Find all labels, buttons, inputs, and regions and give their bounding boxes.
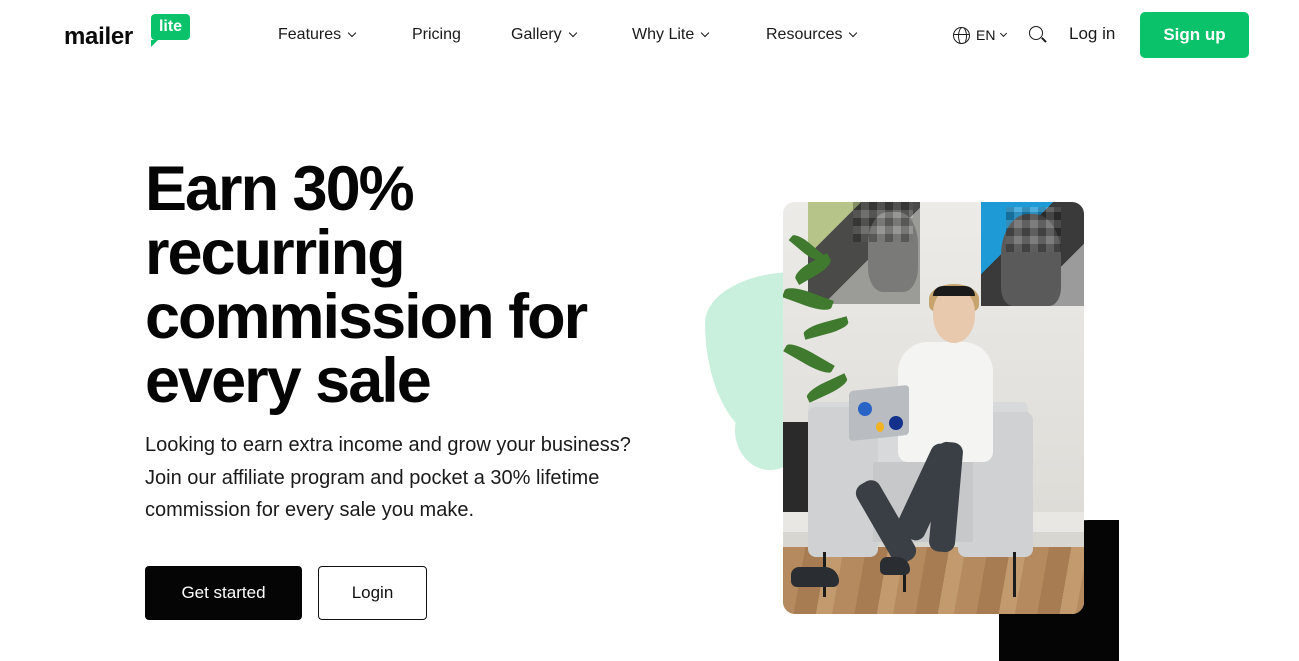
nav-item-pricing[interactable]: Pricing <box>412 24 461 46</box>
nav-item-label: Resources <box>766 26 843 43</box>
chevron-down-icon <box>347 28 357 38</box>
nav-item-label: Gallery <box>511 26 562 43</box>
nav-item-resources[interactable]: Resources <box>766 24 858 46</box>
hero-subtitle: Looking to earn extra income and grow yo… <box>145 434 631 521</box>
nav-item-label: Pricing <box>412 26 461 43</box>
language-selector[interactable]: EN <box>953 24 1008 46</box>
chevron-down-icon <box>849 28 858 38</box>
nav-item-why-lite[interactable]: Why Lite <box>632 24 710 46</box>
chevron-down-icon <box>701 28 710 38</box>
login-button[interactable]: Login <box>318 566 427 620</box>
nav-item-label: Why Lite <box>632 26 695 43</box>
globe-icon <box>953 26 970 44</box>
chevron-down-icon <box>1000 29 1008 37</box>
hero-title: Earn 30% recurring commission for every … <box>145 154 588 416</box>
nav-item-label: Features <box>278 26 342 43</box>
hero-photo <box>783 202 1084 614</box>
logo-wordmark: mailer <box>64 23 133 50</box>
signup-button[interactable]: Sign up <box>1140 12 1249 58</box>
logo-badge: lite <box>151 14 190 47</box>
mailerlite-logo[interactable]: mailer lite <box>64 14 194 50</box>
login-link[interactable]: Log in <box>1069 24 1115 44</box>
language-label: EN <box>976 27 996 43</box>
chevron-down-icon <box>568 28 577 38</box>
search-icon[interactable] <box>1029 26 1047 44</box>
nav-item-gallery[interactable]: Gallery <box>511 24 577 46</box>
nav-item-features[interactable]: Features <box>278 24 357 46</box>
get-started-button[interactable]: Get started <box>145 566 302 620</box>
